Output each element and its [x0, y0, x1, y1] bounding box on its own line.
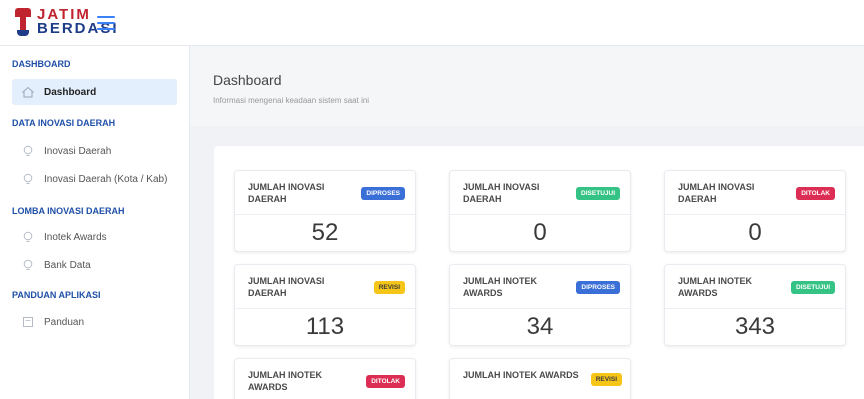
card-value: 0 — [533, 219, 547, 246]
card-label: JUMLAH INOTEK AWARDS — [248, 370, 322, 392]
content-header: Dashboard Informasi mengenai keadaan sis… — [190, 46, 864, 126]
status-badge: DISETUJUI — [791, 281, 835, 294]
card-value: 343 — [734, 313, 776, 340]
card-label: JUMLAH INOVASI DAERAH — [463, 182, 540, 204]
stat-card: JUMLAH INOTEK AWARDS REVISI — [449, 358, 631, 399]
card-value: 52 — [311, 219, 339, 246]
sidebar-item-label: Inovasi Daerah — [44, 145, 112, 157]
status-badge: DITOLAK — [796, 187, 835, 200]
card-value: 0 — [748, 219, 762, 246]
stat-card: JUMLAH INOTEK AWARDS DISETUJUI 343 — [664, 264, 846, 346]
status-badge: DIPROSES — [361, 187, 405, 200]
sidebar-item-inovasi-daerah[interactable]: Inovasi Daerah — [12, 138, 177, 164]
sidebar-section-lomba-inovasi: LOMBA INOVASI DAERAH — [12, 206, 125, 216]
sidebar-item-panduan[interactable]: Panduan — [12, 309, 177, 335]
sidebar-item-dashboard[interactable]: Dashboard — [12, 79, 177, 105]
page-title: Dashboard — [213, 72, 282, 88]
sidebar-section-panduan: PANDUAN APLIKASI — [12, 290, 101, 300]
stat-card: JUMLAH INOVASI DAERAH DISETUJUI 0 — [449, 170, 631, 252]
sidebar-item-bank-data[interactable]: Bank Data — [12, 252, 177, 278]
sidebar-item-inovasi-kota-kab[interactable]: Inovasi Daerah (Kota / Kab) — [12, 166, 177, 192]
sidebar-item-label: Panduan — [44, 316, 85, 328]
card-label: JUMLAH INOVASI DAERAH — [248, 276, 325, 298]
stat-card: JUMLAH INOVASI DAERAH DIPROSES 52 — [234, 170, 416, 252]
sidebar-item-inotek-awards[interactable]: Inotek Awards — [12, 224, 177, 250]
status-badge: DITOLAK — [366, 375, 405, 388]
stat-card: JUMLAH INOTEK AWARDS DITOLAK — [234, 358, 416, 399]
card-label: JUMLAH INOTEK AWARDS — [463, 370, 579, 380]
sidebar: DASHBOARD Dashboard DATA INOVASI DAERAH … — [0, 46, 190, 399]
status-badge: REVISI — [373, 281, 405, 294]
logo-icon — [12, 6, 34, 38]
card-value: 113 — [305, 313, 345, 340]
card-label: JUMLAH INOVASI DAERAH — [678, 182, 755, 204]
menu-toggle-icon[interactable] — [97, 16, 115, 30]
sidebar-section-data-inovasi: DATA INOVASI DAERAH — [12, 118, 116, 128]
document-icon — [22, 316, 34, 328]
stat-card: JUMLAH INOVASI DAERAH DITOLAK 0 — [664, 170, 846, 252]
page-subtitle: Informasi mengenai keadaan sistem saat i… — [213, 96, 370, 105]
card-value: 34 — [526, 313, 554, 340]
bulb-icon — [22, 173, 34, 185]
status-badge: REVISI — [590, 373, 622, 386]
status-badge: DISETUJUI — [576, 187, 620, 200]
sidebar-item-label: Inotek Awards — [44, 231, 107, 243]
bulb-icon — [22, 259, 34, 271]
status-badge: DIPROSES — [576, 281, 620, 294]
top-bar: JATIM BERDASI — [0, 0, 864, 46]
card-label: JUMLAH INOTEK AWARDS — [463, 276, 537, 298]
bulb-icon — [22, 231, 34, 243]
sidebar-item-label: Bank Data — [44, 259, 91, 271]
stat-card: JUMLAH INOTEK AWARDS DIPROSES 34 — [449, 264, 631, 346]
sidebar-item-label: Inovasi Daerah (Kota / Kab) — [44, 173, 168, 185]
card-label: JUMLAH INOTEK AWARDS — [678, 276, 752, 298]
sidebar-section-dashboard: DASHBOARD — [12, 59, 71, 69]
sidebar-item-label: Dashboard — [44, 86, 97, 98]
card-label: JUMLAH INOVASI DAERAH — [248, 182, 325, 204]
home-icon — [22, 86, 34, 98]
stat-card: JUMLAH INOVASI DAERAH REVISI 113 — [234, 264, 416, 346]
bulb-icon — [22, 145, 34, 157]
